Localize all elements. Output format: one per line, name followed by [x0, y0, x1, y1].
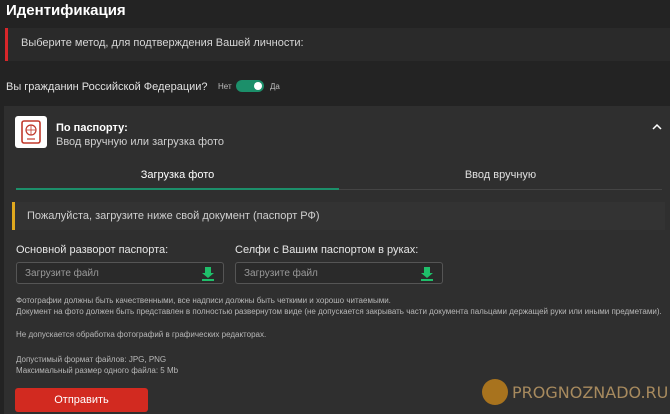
method-notice: Выберите метод, для подтверждения Вашей …: [5, 28, 670, 61]
selfie-label: Селфи с Вашим паспортом в руках:: [235, 244, 419, 256]
citizenship-question: Вы гражданин Российской Федерации?: [6, 81, 208, 93]
notice-text: Выберите метод, для подтверждения Вашей …: [21, 37, 304, 49]
download-icon[interactable]: [420, 266, 434, 282]
info-formats: Допустимый формат файлов: JPG, PNG: [16, 355, 167, 364]
watermark-text: PROGNOZNADO.RU: [512, 383, 669, 402]
page-title: Идентификация: [6, 2, 126, 19]
main-spread-placeholder: Загрузите файл: [25, 268, 99, 279]
selfie-file-input[interactable]: Загрузите файл: [235, 262, 443, 284]
info-unfolded: Документ на фото должен быть представлен…: [16, 307, 662, 316]
main-spread-label: Основной разворот паспорта:: [16, 244, 169, 256]
toggle-no-label: Нет: [218, 82, 232, 91]
upload-warning: Пожалуйста, загрузите ниже свой документ…: [12, 202, 665, 230]
tab-divider: [339, 189, 662, 190]
tab-upload-photo[interactable]: Загрузка фото: [16, 169, 339, 181]
info-no-editing: Не допускается обработка фотографий в гр…: [16, 330, 267, 339]
passport-icon: [15, 116, 47, 148]
citizenship-toggle[interactable]: [236, 80, 264, 92]
passport-title: По паспорту:: [56, 122, 128, 134]
submit-button[interactable]: Отправить: [15, 388, 148, 412]
passport-panel: По паспорту: Ввод вручную или загрузка ф…: [4, 106, 670, 414]
selfie-placeholder: Загрузите файл: [244, 268, 318, 279]
ball-logo-icon: [482, 379, 508, 405]
toggle-yes-label: Да: [270, 82, 280, 91]
tab-manual-entry[interactable]: Ввод вручную: [339, 169, 662, 181]
warning-text: Пожалуйста, загрузите ниже свой документ…: [27, 210, 320, 222]
main-spread-file-input[interactable]: Загрузите файл: [16, 262, 224, 284]
info-quality: Фотографии должны быть качественными, вс…: [16, 296, 391, 305]
toggle-knob: [254, 82, 262, 90]
chevron-up-icon[interactable]: [652, 122, 662, 132]
passport-subtitle: Ввод вручную или загрузка фото: [56, 136, 225, 148]
download-icon[interactable]: [201, 266, 215, 282]
active-tab-indicator: [16, 188, 339, 190]
info-max-size: Максимальный размер одного файла: 5 Mb: [16, 366, 179, 375]
